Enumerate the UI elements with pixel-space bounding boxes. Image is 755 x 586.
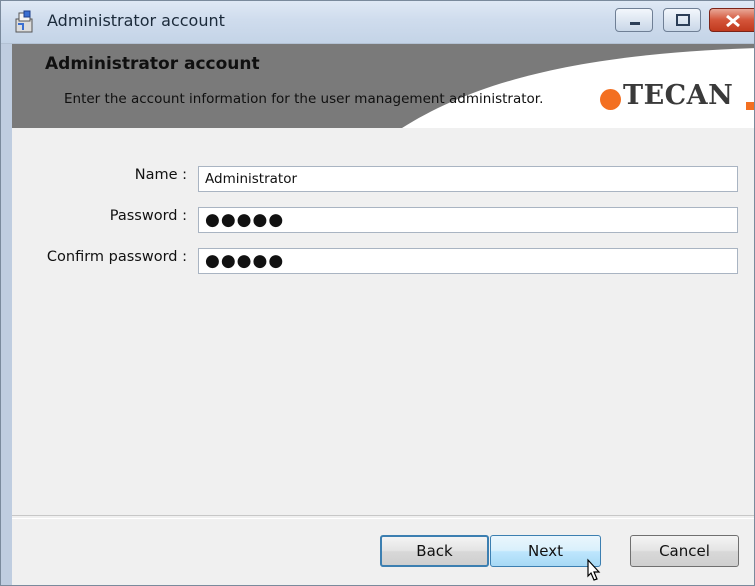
minimize-icon [630, 22, 640, 25]
logo-square [746, 102, 754, 110]
close-icon [726, 14, 740, 28]
mouse-cursor-icon [587, 558, 601, 581]
maximize-icon [676, 14, 690, 26]
installer-window: Administrator account Administrator acco… [0, 0, 755, 586]
password-label: Password : [109, 208, 187, 224]
confirm-password-label: Confirm password : [46, 249, 187, 265]
name-label: Name : [134, 167, 187, 183]
close-button[interactable] [709, 8, 754, 32]
back-button[interactable]: Back [380, 535, 489, 567]
logo-text: TECAN [623, 80, 734, 111]
name-field[interactable]: Administrator [198, 166, 738, 192]
title-bar[interactable]: Administrator account [1, 1, 754, 44]
banner-description: Enter the account information for the us… [64, 91, 544, 107]
dialog-banner: Administrator account Enter the account … [12, 44, 754, 128]
button-separator [12, 515, 754, 519]
minimize-button[interactable] [615, 8, 653, 32]
maximize-button[interactable] [663, 8, 701, 32]
password-field[interactable]: ●●●●● [198, 207, 738, 233]
confirm-password-field[interactable]: ●●●●● [198, 248, 738, 274]
window-title: Administrator account [47, 11, 225, 30]
logo-dot [600, 89, 621, 110]
dialog-content: Name : Administrator Password : ●●●●● Co… [12, 128, 754, 585]
window-left-border [1, 44, 12, 585]
installer-icon [13, 10, 37, 34]
banner-title: Administrator account [45, 54, 260, 74]
cancel-button[interactable]: Cancel [630, 535, 739, 567]
